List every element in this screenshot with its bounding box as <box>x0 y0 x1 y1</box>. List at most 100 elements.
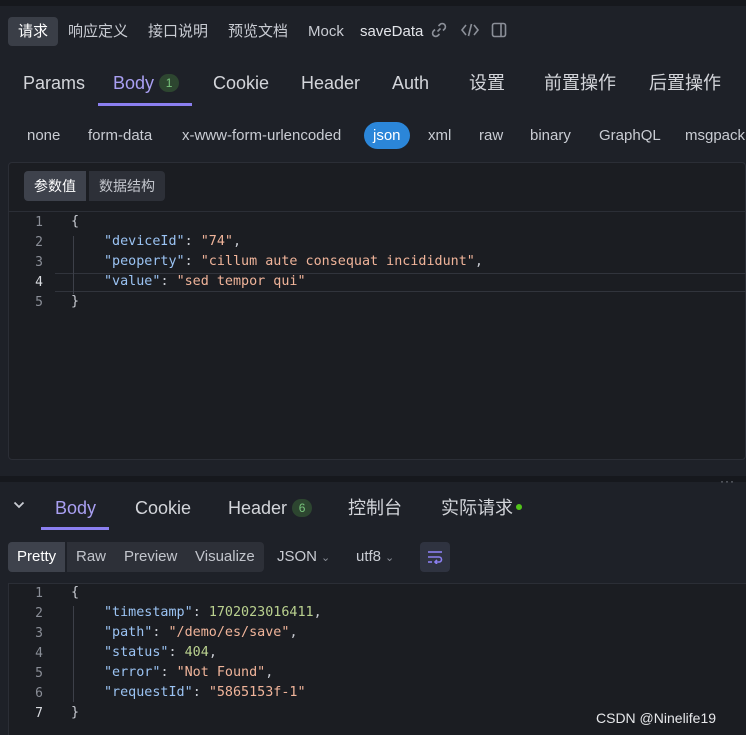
watermark: CSDN @Ninelife19 <box>596 710 717 726</box>
json-open-brace: { <box>71 585 80 600</box>
json-line[interactable]: "value": "sed tempor qui" <box>104 274 306 289</box>
json-value: "5865153f-1" <box>208 685 306 700</box>
body-type-none[interactable]: none <box>18 122 69 149</box>
line-number: 4 <box>35 275 43 290</box>
panel-splitter[interactable] <box>0 476 746 482</box>
api-name: saveData <box>360 23 424 40</box>
format-select-value: JSON <box>277 548 318 565</box>
line-number: 2 <box>35 235 43 250</box>
json-line[interactable]: "deviceId": "74", <box>104 234 241 249</box>
line-number: 2 <box>35 606 43 621</box>
line-number: 1 <box>35 215 43 230</box>
response-tab-actual-request[interactable]: 实际请求 <box>441 495 522 523</box>
link-icon[interactable] <box>430 21 450 41</box>
tab-params[interactable]: Params <box>23 70 85 106</box>
json-line[interactable]: "path": "/demo/es/save", <box>104 625 298 640</box>
sub-tab-param-values[interactable]: 参数值 <box>24 171 86 201</box>
json-value: "74" <box>200 234 233 249</box>
tab-header[interactable]: Header <box>301 70 360 106</box>
json-key: "status" <box>104 645 169 660</box>
view-mode-preview[interactable]: Preview <box>115 542 187 572</box>
status-dot-icon <box>516 504 522 510</box>
line-number: 5 <box>35 666 43 681</box>
line-number: 5 <box>35 295 43 310</box>
json-value: 404 <box>184 645 209 660</box>
json-value: "/demo/es/save" <box>168 625 290 640</box>
json-line[interactable]: "peoperty": "cillum aute consequat incid… <box>104 254 483 269</box>
body-type-msgpack[interactable]: msgpack <box>676 122 746 149</box>
json-line[interactable]: "timestamp": 1702023016411, <box>104 605 322 620</box>
body-count-badge: 1 <box>159 74 180 92</box>
response-tab-console[interactable]: 控制台 <box>348 495 402 523</box>
tab-post-operations[interactable]: 后置操作 <box>649 70 721 106</box>
json-key: "error" <box>104 665 161 680</box>
line-number: 3 <box>35 626 43 641</box>
json-key: "requestId" <box>104 685 193 700</box>
tab-api-description[interactable]: 接口说明 <box>138 17 218 46</box>
json-line[interactable]: "error": "Not Found", <box>104 665 273 680</box>
json-key: "peoperty" <box>104 254 185 269</box>
json-key: "deviceId" <box>104 234 185 249</box>
json-value: "Not Found" <box>176 665 266 680</box>
chevron-down-icon: ⌄ <box>385 552 395 564</box>
json-close-brace: } <box>71 705 80 720</box>
view-mode-raw[interactable]: Raw <box>67 542 116 572</box>
header-count-badge: 6 <box>292 499 313 517</box>
json-line[interactable]: "requestId": "5865153f-1" <box>104 685 306 700</box>
json-value: "sed tempor qui" <box>176 274 306 289</box>
tab-auth[interactable]: Auth <box>392 70 429 106</box>
indent-guide <box>73 606 74 702</box>
body-type-graphql[interactable]: GraphQL <box>590 122 670 149</box>
drag-handle-icon[interactable]: ··· <box>720 474 735 488</box>
tab-pre-operations[interactable]: 前置操作 <box>544 70 616 106</box>
sub-tab-data-structure[interactable]: 数据结构 <box>89 171 165 201</box>
json-open-brace: { <box>71 214 80 229</box>
line-number: 1 <box>35 586 43 601</box>
response-tab-body[interactable]: Body <box>55 495 96 523</box>
view-mode-pretty[interactable]: Pretty <box>8 542 66 572</box>
encoding-select[interactable]: utf8 ⌄ <box>356 542 394 572</box>
tab-mock[interactable]: Mock <box>298 17 354 46</box>
format-select[interactable]: JSON ⌄ <box>277 542 330 572</box>
collapse-chevron-icon[interactable] <box>12 498 26 512</box>
response-tab-cookie[interactable]: Cookie <box>135 495 191 523</box>
json-value: 1702023016411 <box>208 605 314 620</box>
json-value: "cillum aute consequat incididunt" <box>200 254 475 269</box>
response-tab-actual-request-label: 实际请求 <box>441 498 513 518</box>
body-type-binary[interactable]: binary <box>521 122 580 149</box>
tab-preview-docs[interactable]: 预览文档 <box>218 17 298 46</box>
body-type-raw[interactable]: raw <box>470 122 512 149</box>
line-number: 4 <box>35 646 43 661</box>
panel-icon[interactable] <box>490 21 510 41</box>
tab-response-definition[interactable]: 响应定义 <box>58 17 138 46</box>
json-key: "timestamp" <box>104 605 193 620</box>
tab-body-label: Body <box>113 73 155 93</box>
tab-settings[interactable]: 设置 <box>469 70 505 106</box>
response-active-underline <box>41 527 109 530</box>
json-line[interactable]: "status": 404, <box>104 645 217 660</box>
line-number: 3 <box>35 255 43 270</box>
json-close-brace: } <box>71 294 80 309</box>
tab-request[interactable]: 请求 <box>8 17 59 46</box>
chevron-down-icon: ⌄ <box>321 552 331 564</box>
indent-guide <box>73 236 74 294</box>
json-key: "value" <box>104 274 161 289</box>
response-tab-header-label: Header <box>228 498 288 518</box>
response-tab-header[interactable]: Header 6 <box>228 495 313 523</box>
view-mode-visualize[interactable]: Visualize <box>186 542 264 572</box>
body-type-form-data[interactable]: form-data <box>79 122 161 149</box>
body-type-json[interactable]: json <box>364 122 410 149</box>
encoding-select-value: utf8 <box>356 548 382 565</box>
editor-divider <box>8 211 746 212</box>
tab-body[interactable]: Body 1 <box>113 70 180 106</box>
line-number: 6 <box>35 686 43 701</box>
request-body-panel <box>8 162 746 460</box>
body-type-xml[interactable]: xml <box>419 122 460 149</box>
line-number: 7 <box>35 706 43 721</box>
code-icon[interactable] <box>460 21 480 41</box>
word-wrap-icon[interactable] <box>420 542 450 572</box>
tab-cookie[interactable]: Cookie <box>213 70 269 106</box>
json-key: "path" <box>104 625 153 640</box>
body-type-urlencoded[interactable]: x-www-form-urlencoded <box>173 122 350 149</box>
active-tab-underline <box>98 103 192 106</box>
